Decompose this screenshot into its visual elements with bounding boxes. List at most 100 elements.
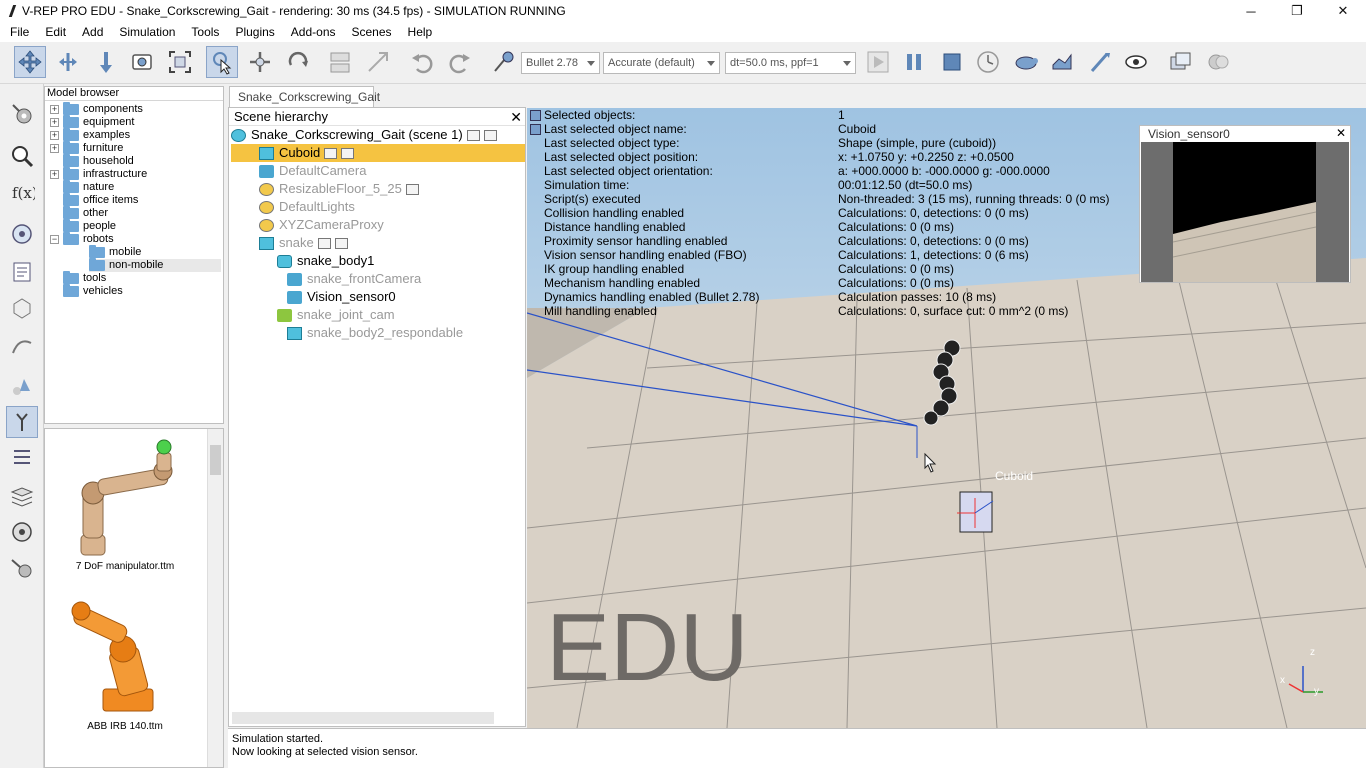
- user-settings-icon[interactable]: [6, 552, 38, 584]
- menu-simulation[interactable]: Simulation: [111, 22, 183, 42]
- tree-item-resizablefloor[interactable]: ResizableFloor_5_25: [259, 180, 419, 198]
- expand-icon[interactable]: +: [50, 131, 59, 140]
- tree-item-defaultcamera[interactable]: DefaultCamera: [259, 162, 366, 180]
- slow-down-icon[interactable]: [1010, 46, 1042, 78]
- assemble-icon[interactable]: [324, 46, 356, 78]
- model-folder-robots[interactable]: − robots: [50, 232, 114, 246]
- menu-tools[interactable]: Tools: [183, 22, 227, 42]
- page-selector-icon[interactable]: [1164, 46, 1196, 78]
- model-thumbnail-7dof[interactable]: [65, 435, 185, 565]
- undo-icon[interactable]: [406, 46, 438, 78]
- info-collapse-icon[interactable]: [530, 110, 541, 121]
- model-browser-toggle-icon[interactable]: [6, 442, 38, 474]
- menu-help[interactable]: Help: [400, 22, 441, 42]
- tree-item-vision-sensor0[interactable]: Vision_sensor0: [287, 288, 396, 306]
- customization-icon[interactable]: [483, 129, 497, 141]
- video-recorder-icon[interactable]: [6, 516, 38, 548]
- tree-item-snake-joint-cam[interactable]: snake_joint_cam: [277, 306, 395, 324]
- thread-rendering-icon[interactable]: [1084, 46, 1116, 78]
- scripts-icon[interactable]: f(x): [6, 176, 38, 208]
- speed-up-icon[interactable]: [1046, 46, 1078, 78]
- tree-item-snake[interactable]: snake: [259, 234, 348, 252]
- tree-item-cuboid[interactable]: Cuboid: [231, 144, 525, 162]
- transfer-dna-icon[interactable]: [362, 46, 394, 78]
- model-thumbnail-abb-irb140[interactable]: [63, 589, 187, 719]
- redo-icon[interactable]: [444, 46, 476, 78]
- script-icon[interactable]: [466, 129, 480, 141]
- customization-icon[interactable]: [334, 237, 348, 249]
- model-folder-household[interactable]: household: [63, 154, 134, 168]
- model-folder-equipment[interactable]: + equipment: [50, 115, 134, 129]
- scene-selector-icon[interactable]: [1202, 46, 1234, 78]
- model-folder-mobile[interactable]: mobile: [89, 245, 141, 259]
- simulation-settings-icon[interactable]: [6, 98, 38, 130]
- script-icon[interactable]: [317, 237, 331, 249]
- selection-icon[interactable]: [6, 218, 38, 250]
- accuracy-select[interactable]: Accurate (default): [603, 52, 720, 74]
- close-icon[interactable]: ✕: [1336, 126, 1346, 140]
- info-pin-icon[interactable]: [530, 124, 541, 135]
- timestep-select[interactable]: dt=50.0 ms, ppf=1: [725, 52, 856, 74]
- expand-icon[interactable]: +: [50, 170, 59, 179]
- path-edit-icon[interactable]: [6, 330, 38, 362]
- expand-icon[interactable]: +: [50, 105, 59, 114]
- thumbnails-scrollbar[interactable]: [207, 429, 223, 767]
- model-folder-tools[interactable]: tools: [63, 271, 106, 285]
- shape-edit-icon[interactable]: [6, 292, 38, 324]
- fit-to-view-icon[interactable]: [164, 46, 196, 78]
- tree-item-xyzcameraproxy[interactable]: XYZCameraProxy: [259, 216, 384, 234]
- pause-simulation-icon[interactable]: [898, 46, 930, 78]
- scene-root[interactable]: Snake_Corkscrewing_Gait (scene 1): [231, 126, 497, 144]
- camera-shift-icon[interactable]: [90, 46, 122, 78]
- collapse-icon[interactable]: −: [50, 235, 59, 244]
- scene-hierarchy-toggle-icon[interactable]: [6, 406, 38, 438]
- expand-icon[interactable]: +: [50, 144, 59, 153]
- tree-item-snake-body2-respondable[interactable]: snake_body2_respondable: [287, 324, 463, 342]
- minimize-button[interactable]: ─: [1228, 0, 1274, 22]
- stop-simulation-icon[interactable]: [936, 46, 968, 78]
- object-rotate-icon[interactable]: [282, 46, 314, 78]
- model-folder-office-items[interactable]: office items: [63, 193, 138, 207]
- model-folder-furniture[interactable]: + furniture: [50, 141, 123, 155]
- physics-engine-select[interactable]: Bullet 2.78: [521, 52, 600, 74]
- menu-plugins[interactable]: Plugins: [227, 22, 282, 42]
- visualization-toggle-icon[interactable]: [1120, 46, 1152, 78]
- model-folder-non-mobile[interactable]: non-mobile: [89, 258, 221, 272]
- dynamics-content-icon[interactable]: [488, 46, 520, 78]
- start-simulation-icon[interactable]: [862, 46, 894, 78]
- tree-item-snake-frontcamera[interactable]: snake_frontCamera: [287, 270, 421, 288]
- object-shift-icon[interactable]: [244, 46, 276, 78]
- model-folder-vehicles[interactable]: vehicles: [63, 284, 123, 298]
- expand-icon[interactable]: +: [50, 118, 59, 127]
- model-folder-nature[interactable]: nature: [63, 180, 114, 194]
- scrollbar-thumb[interactable]: [210, 445, 221, 475]
- hierarchy-horizontal-scrollbar[interactable]: [232, 712, 494, 724]
- menu-file[interactable]: File: [2, 22, 37, 42]
- close-icon[interactable]: ✕: [510, 109, 522, 126]
- menu-scenes[interactable]: Scenes: [344, 22, 400, 42]
- tree-item-snake-body1[interactable]: snake_body1: [277, 252, 374, 270]
- camera-pan-icon[interactable]: [14, 46, 46, 78]
- restore-button[interactable]: ❐: [1274, 0, 1320, 22]
- properties-icon[interactable]: [6, 256, 38, 288]
- tree-item-defaultlights[interactable]: DefaultLights: [259, 198, 355, 216]
- script-icon[interactable]: [341, 147, 355, 159]
- scene-tab[interactable]: Snake_Corkscrewing_Gait: [229, 86, 380, 108]
- menu-addons[interactable]: Add-ons: [283, 22, 344, 42]
- model-folder-other[interactable]: other: [63, 206, 108, 220]
- layers-icon[interactable]: [6, 480, 38, 512]
- menu-add[interactable]: Add: [74, 22, 111, 42]
- close-button[interactable]: ✕: [1320, 0, 1366, 22]
- collections-icon[interactable]: [6, 370, 38, 402]
- dynamics-icon[interactable]: [324, 147, 338, 159]
- camera-rotate-icon[interactable]: [52, 46, 84, 78]
- model-folder-people[interactable]: people: [63, 219, 116, 233]
- script-icon[interactable]: [405, 183, 419, 195]
- calculation-modules-icon[interactable]: [6, 140, 38, 172]
- vision-sensor-view[interactable]: Vision_sensor0 ✕: [1139, 125, 1351, 283]
- realtime-mode-icon[interactable]: [972, 46, 1004, 78]
- camera-zoom-icon[interactable]: [126, 46, 158, 78]
- click-selection-icon[interactable]: [206, 46, 238, 78]
- menu-edit[interactable]: Edit: [37, 22, 74, 42]
- model-folder-examples[interactable]: + examples: [50, 128, 130, 142]
